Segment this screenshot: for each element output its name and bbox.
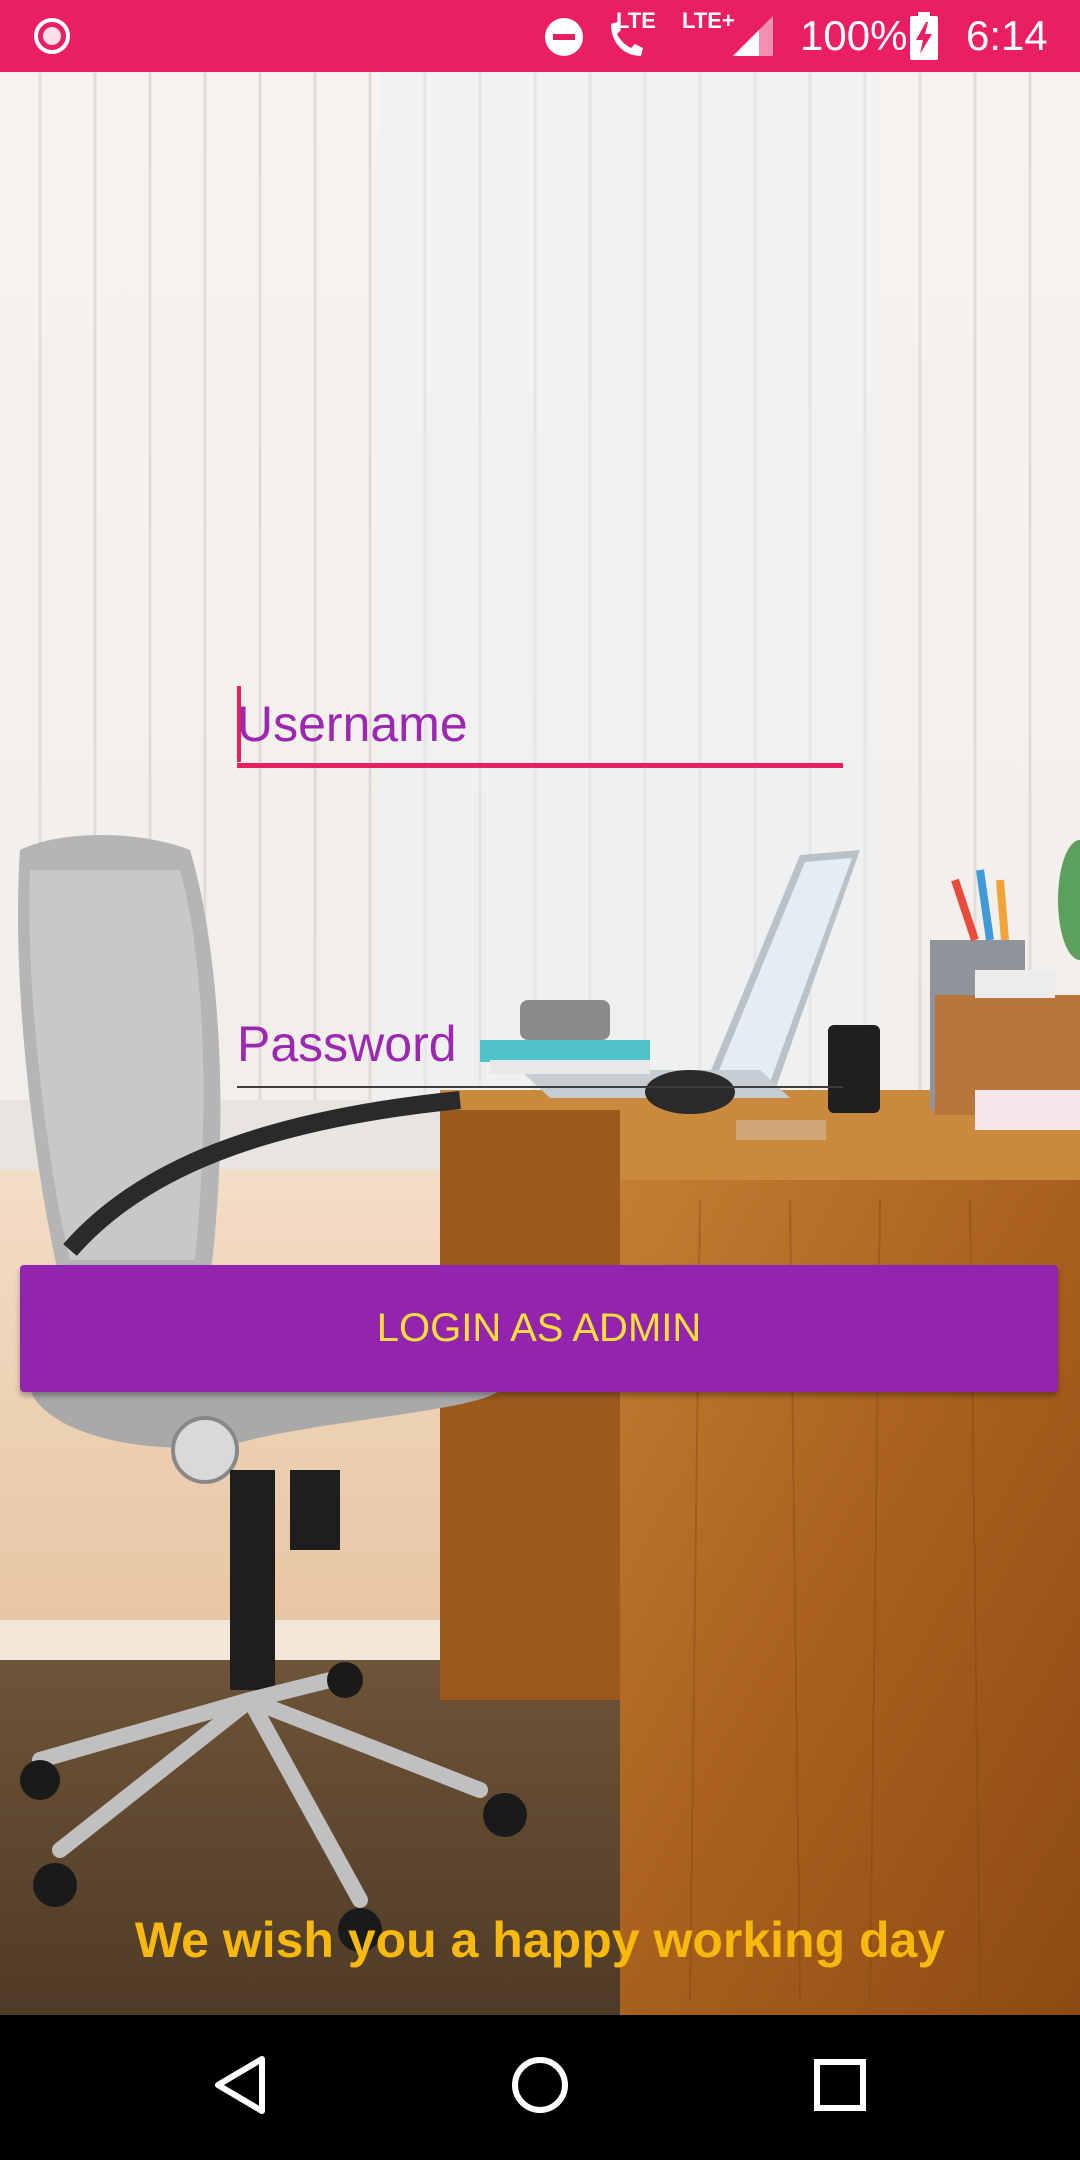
login-button-label: LOGIN AS ADMIN (376, 1306, 702, 1350)
login-screen: LTE LTE+ 100% 6:14 Username Password LOG… (0, 0, 1080, 2160)
signal-icon (733, 16, 773, 56)
password-input[interactable]: Password (237, 1000, 843, 1092)
back-icon[interactable] (200, 2045, 280, 2125)
password-underline (237, 1086, 843, 1088)
battery-percentage: 100% (800, 12, 908, 59)
home-icon[interactable] (500, 2045, 580, 2125)
username-underline (237, 763, 843, 768)
do-not-disturb-icon (545, 18, 583, 56)
clock: 6:14 (966, 12, 1048, 59)
recents-icon[interactable] (800, 2045, 880, 2125)
password-placeholder: Password (237, 1016, 457, 1072)
recording-dot-icon (34, 18, 70, 54)
battery-charging-icon (910, 12, 938, 60)
network-type-2: LTE+ (682, 8, 735, 33)
navigation-bar (0, 2015, 1080, 2160)
welcome-tagline: We wish you a happy working day (134, 1912, 946, 1968)
network-type-1: LTE (616, 8, 656, 33)
login-as-admin-button[interactable]: LOGIN AS ADMIN (20, 1265, 1058, 1392)
username-input[interactable]: Username (237, 680, 843, 772)
status-bar: LTE LTE+ 100% 6:14 (0, 0, 1080, 72)
username-placeholder: Username (237, 696, 468, 752)
